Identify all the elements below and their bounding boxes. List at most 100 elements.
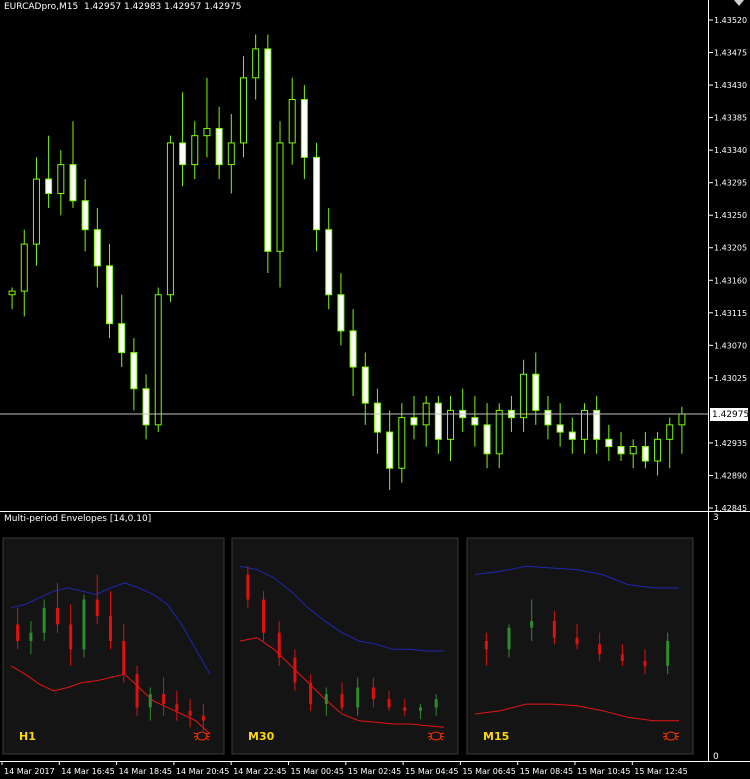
candle-bull	[20, 243, 28, 292]
price-tick-label: 1.43520	[714, 16, 747, 25]
panel-candle	[309, 682, 313, 705]
candle-bear	[300, 99, 308, 158]
time-tick-label: 14 Mar 22:45	[233, 767, 286, 776]
candle-bear	[142, 388, 150, 426]
candle-bear	[471, 417, 479, 426]
price-tick-label: 1.43070	[714, 341, 747, 350]
panel-candle	[95, 599, 99, 617]
panel-candle	[55, 607, 59, 625]
candle-bull	[678, 413, 686, 426]
candle-bear	[410, 417, 418, 426]
panel-frame	[2, 537, 225, 755]
time-axis: 14 Mar 2017 14 Mar 16:45 14 Mar 18:45 14 Ma…	[1, 762, 688, 776]
panel-candle	[277, 632, 281, 658]
candle-bear	[568, 431, 576, 440]
candle-bear	[605, 438, 613, 448]
time-tick-label: 14 Mar 20:45	[176, 767, 229, 776]
panel-candle	[575, 637, 579, 645]
candle-bull	[495, 409, 503, 455]
candle-bull	[276, 142, 284, 252]
time-tick-label: 15 Mar 00:45	[291, 767, 344, 776]
candle-bear	[325, 229, 333, 296]
candle-bull	[654, 438, 662, 462]
panel-candle	[484, 641, 488, 650]
candle-bull	[32, 178, 40, 245]
panel-candle	[69, 624, 73, 650]
panel-candle	[262, 599, 266, 633]
candle-bear	[69, 164, 77, 202]
price-tick-label: 1.43205	[714, 244, 747, 253]
panel-candle	[387, 699, 391, 708]
candle-bear	[130, 352, 138, 390]
price-tick-label: 1.42890	[714, 471, 747, 480]
price-tick-label: 1.43115	[714, 309, 747, 318]
panel-candle	[122, 641, 126, 675]
candle-bull	[520, 373, 528, 419]
candle-bull	[447, 409, 455, 440]
candle-bull	[8, 290, 16, 296]
envelope-panels: H1 M30 M15	[2, 537, 694, 755]
candle-bull	[252, 48, 260, 79]
time-tick-label: 15 Mar 12:45	[634, 767, 687, 776]
panel-candle	[340, 694, 344, 708]
panel-frame	[231, 537, 459, 755]
price-tick-label: 1.43160	[714, 276, 747, 285]
envelope-panel-m30: M30	[231, 537, 459, 755]
candle-bear	[434, 402, 442, 440]
candle-bear	[532, 373, 540, 411]
panel-candle	[507, 627, 511, 650]
indicator-window[interactable]: 3 0 H1 M30 M15	[0, 512, 750, 762]
panel-candle	[42, 607, 46, 633]
time-tick-label: 14 Mar 18:45	[119, 767, 172, 776]
candle-bear	[373, 402, 381, 433]
panel-candle	[643, 660, 647, 666]
candle-bull	[666, 424, 674, 440]
candle-bear	[544, 409, 552, 426]
time-tick-label: 14 Mar 2017	[4, 767, 55, 776]
panel-timeframe-label: H1	[19, 730, 36, 743]
panel-candle	[29, 632, 33, 641]
panel-candle	[175, 704, 179, 711]
candle-bear	[593, 409, 601, 440]
candle-bear	[556, 424, 564, 433]
panel-candle	[188, 710, 192, 716]
candle-bear	[264, 48, 272, 252]
chart-shift-marker-icon[interactable]	[734, 0, 744, 6]
panel-candle	[148, 694, 152, 708]
chart-background	[0, 0, 750, 512]
panel-timeframe-label: M15	[483, 730, 509, 743]
panel-candle	[530, 621, 534, 628]
indicator-title: Multi-period Envelopes [14,0.10]	[4, 514, 152, 524]
symbol-info-title: EURCADpro,M15 1.42957 1.42983 1.42957 1.…	[4, 2, 242, 12]
candle-bear	[93, 229, 101, 267]
candle-bear	[386, 431, 394, 469]
time-tick-label: 15 Mar 08:45	[520, 767, 573, 776]
price-tick-label: 1.43385	[714, 114, 747, 123]
panel-candle	[109, 616, 112, 641]
panel-candle	[82, 599, 86, 650]
candle-bear	[118, 323, 126, 354]
price-tick-label: 1.42845	[714, 504, 747, 512]
candle-bear	[179, 142, 187, 166]
panel-candle	[293, 657, 297, 683]
time-tick-label: 14 Mar 16:45	[61, 767, 114, 776]
panel-timeframe-label: M30	[248, 730, 275, 743]
current-price-label: 1.42975	[712, 410, 749, 420]
panel-candle	[324, 694, 328, 705]
panel-candle	[135, 674, 139, 708]
panel-candle	[620, 654, 624, 661]
panel-candle	[598, 644, 602, 655]
panel-candle	[666, 641, 670, 666]
price-tick-label: 1.42935	[714, 439, 747, 448]
candle-bull	[227, 142, 235, 166]
panel-candle	[418, 707, 422, 711]
price-tick-label: 1.43025	[714, 374, 747, 383]
candle-bull	[203, 127, 211, 137]
panel-candle	[356, 687, 360, 708]
panel-candle	[16, 624, 20, 641]
price-chart[interactable]: 1.43520 1.43475 1.43430 1.43385 1.43340 1.432…	[0, 0, 750, 512]
panel-candle	[434, 699, 438, 708]
time-tick-label: 15 Mar 06:45	[462, 767, 515, 776]
candle-bear	[641, 446, 649, 462]
price-tick-label: 1.43250	[714, 211, 747, 220]
